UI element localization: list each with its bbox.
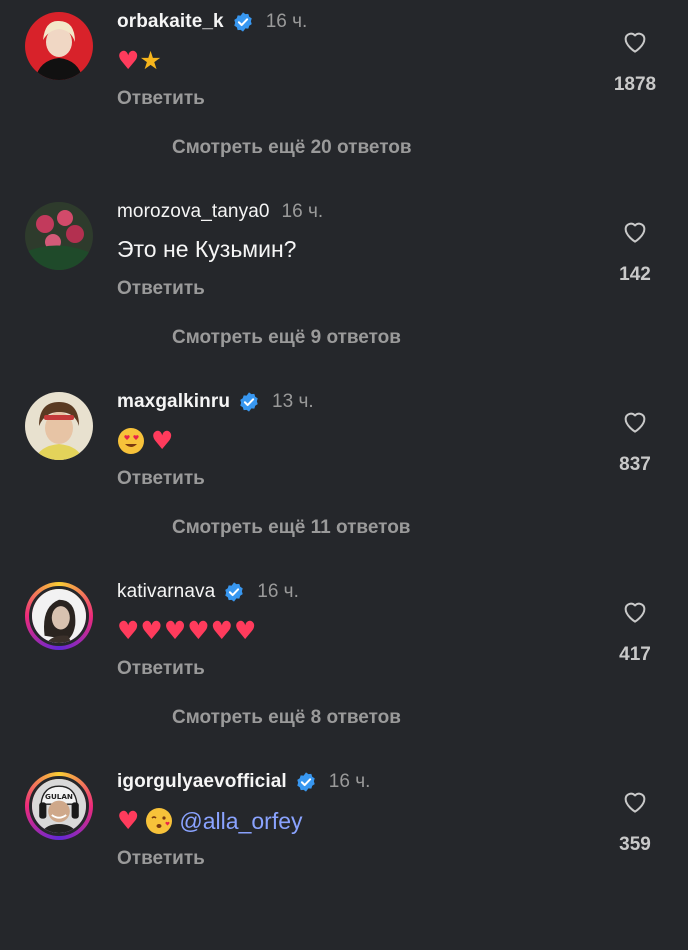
view-more-replies-button[interactable]: Смотреть ещё 8 ответов — [172, 707, 401, 729]
like-button[interactable]: 142 — [610, 216, 660, 286]
verified-badge-icon — [225, 582, 243, 602]
verified-badge-icon — [240, 392, 258, 412]
cap-logo-text: GULAN — [45, 792, 73, 801]
username[interactable]: orbakaite_k — [117, 11, 224, 33]
kissing-face-emoji-icon — [146, 808, 173, 834]
username[interactable]: kativarnava — [117, 581, 215, 603]
like-button[interactable]: 417 — [610, 596, 660, 666]
timestamp: 13 ч. — [272, 391, 314, 412]
avatar[interactable] — [25, 582, 93, 650]
view-more-replies-button[interactable]: Смотреть ещё 9 ответов — [172, 327, 401, 349]
reply-button[interactable]: Ответить — [117, 848, 205, 870]
view-more-replies-button[interactable]: Смотреть ещё 20 ответов — [172, 137, 412, 159]
avatar[interactable] — [25, 392, 93, 460]
reply-button[interactable]: Ответить — [117, 658, 205, 680]
like-count: 1878 — [613, 74, 657, 95]
heart-emoji: ♥ — [151, 426, 174, 455]
comment-text: Это не Кузьмин? — [117, 236, 297, 262]
reply-button[interactable]: Ответить — [117, 88, 205, 110]
heart-emoji: ♥ — [117, 806, 140, 835]
emoji-text: ♥♥♥♥♥♥ — [117, 616, 258, 645]
username[interactable]: maxgalkinru — [117, 391, 230, 413]
heart-outline-icon[interactable] — [620, 596, 650, 626]
username[interactable]: igorgulyaevofficial — [117, 771, 287, 793]
like-count: 417 — [619, 644, 651, 665]
timestamp: 16 ч. — [257, 581, 299, 602]
timestamp: 16 ч. — [281, 201, 324, 222]
heart-outline-icon[interactable] — [620, 406, 650, 436]
comment-text: ♥ — [117, 426, 173, 456]
emoji-text: ♥★ — [117, 46, 162, 75]
verified-badge-icon — [297, 772, 315, 792]
comment-item: orbakaite_k 16 ч. ♥★ Ответить 1878 Смотр… — [0, 0, 688, 190]
comment-item: maxgalkinru 13 ч. ♥ Ответить 837 Смотрет… — [0, 380, 688, 570]
reply-button[interactable]: Ответить — [117, 468, 205, 490]
avatar[interactable] — [25, 12, 93, 80]
heart-outline-icon[interactable] — [620, 786, 650, 816]
username[interactable]: morozova_tanya0 — [117, 201, 270, 223]
like-button[interactable]: 837 — [610, 406, 660, 476]
comment-text: ♥★ — [117, 46, 162, 76]
comment-text: ♥ @alla_orfey — [117, 806, 303, 836]
like-count: 837 — [619, 454, 651, 475]
reply-button[interactable]: Ответить — [117, 278, 205, 300]
comment-item: morozova_tanya0 16 ч. Это не Кузьмин? От… — [0, 190, 688, 380]
timestamp: 16 ч. — [265, 11, 308, 32]
timestamp: 16 ч. — [328, 771, 371, 792]
comment-item: GULAN igorgulyaevofficial 16 ч. ♥ @alla_… — [0, 760, 688, 950]
mention-link[interactable]: @alla_orfey — [179, 808, 302, 835]
heart-outline-icon[interactable] — [620, 216, 650, 246]
heart-outline-icon[interactable] — [620, 26, 650, 56]
comment-text: ♥♥♥♥♥♥ — [117, 616, 257, 646]
avatar[interactable]: GULAN — [25, 772, 93, 840]
comment-item: kativarnava 16 ч. ♥♥♥♥♥♥ Ответить 417 См… — [0, 570, 688, 760]
verified-badge-icon — [234, 12, 252, 32]
heart-eyes-emoji-icon — [118, 428, 144, 454]
like-count: 359 — [619, 834, 651, 855]
avatar[interactable] — [25, 202, 93, 270]
like-button[interactable]: 1878 — [610, 26, 660, 96]
like-count: 142 — [619, 264, 651, 285]
view-more-replies-button[interactable]: Смотреть ещё 11 ответов — [172, 517, 410, 539]
like-button[interactable]: 359 — [610, 786, 660, 856]
